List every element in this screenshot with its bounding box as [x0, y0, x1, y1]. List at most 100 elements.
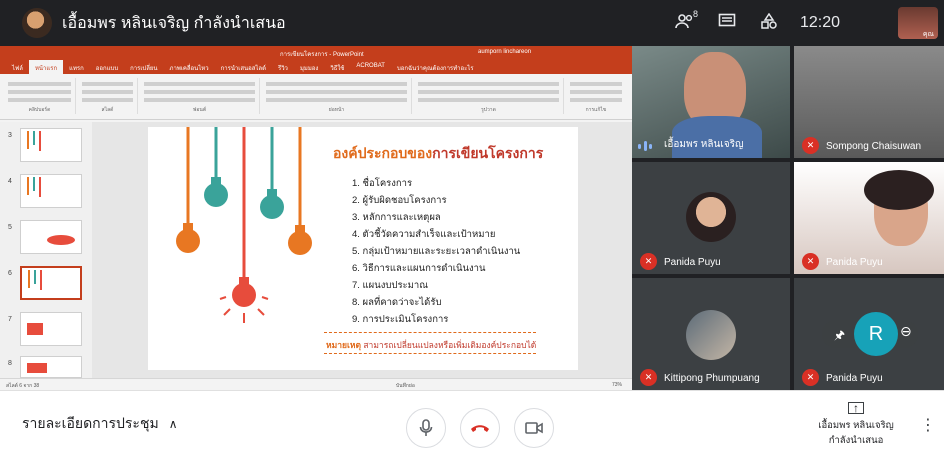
slide-item-list: 1. ชื่อโครงการ 2. ผู้รับผิดชอบโครงการ 3.… — [352, 175, 520, 328]
participants-count: 8 — [692, 8, 698, 19]
slide-title-part1: องค์ประกอบของ — [333, 145, 433, 161]
participant-avatar-letter: R — [854, 312, 898, 356]
microphone-button[interactable] — [406, 408, 446, 448]
participant-tile[interactable]: ✕ Kittipong Phumpuang — [632, 278, 790, 390]
participant-tile[interactable]: ✕ Sompong Chaisuwan — [794, 46, 944, 158]
participant-tile[interactable]: 🖈︎ R ⊖ ✕ Panida Puyu — [794, 278, 944, 390]
ppt-user: aumporn linchareon — [478, 49, 532, 55]
participant-tile[interactable]: ✕ Panida Puyu — [632, 162, 790, 274]
slide-thumb-active[interactable] — [20, 266, 82, 300]
slide-canvas: องค์ประกอบของการเขียนโครงการ 1. ชื่อโครง… — [148, 127, 578, 370]
status-notes[interactable]: บันทึกย่อ — [396, 382, 415, 390]
ppt-tell-me[interactable]: บอกฉันว่าคุณต้องการทำอะไร — [391, 60, 480, 74]
ppt-tab[interactable]: วิธีใช้ — [324, 60, 350, 74]
slide-thumb[interactable] — [20, 356, 82, 378]
participant-grid: เอื้อมพร หลินเจริญ ✕ Sompong Chaisuwan ✕… — [632, 46, 944, 390]
ppt-window-title: การเขียนโครงการ - PowerPoint — [280, 52, 364, 58]
ppt-tab-active[interactable]: หน้าแรก — [28, 60, 64, 74]
thumb-number: 3 — [8, 132, 12, 139]
presenting-name: เอื้อมพร หลินเจริญ — [818, 420, 894, 431]
slide-list-item: 2. ผู้รับผิดชอบโครงการ — [352, 195, 447, 206]
participant-tile[interactable]: ✕ Panida Puyu — [794, 162, 944, 274]
slide-thumbnails: 3 4 5 6 7 8 — [0, 122, 92, 378]
activities-icon[interactable] — [748, 12, 790, 34]
thumb-number: 6 — [8, 270, 12, 277]
participant-name: Panida Puyu — [826, 373, 883, 384]
participant-name: Panida Puyu — [664, 257, 721, 268]
more-options-icon[interactable]: ⋮ — [920, 415, 936, 435]
status-zoom[interactable]: 73% — [612, 382, 622, 388]
slide-thumb[interactable] — [20, 174, 82, 208]
ribbon-group-slides: สไลด์ — [78, 78, 138, 114]
microphone-icon — [419, 419, 433, 436]
presenter-title: เอื้อมพร หลินเจริญ กำลังนำเสนอ — [62, 14, 286, 32]
slide-note-text: สามารถเปลี่ยนแปลงหรือเพิ่มเติมองค์ประกอบ… — [361, 340, 537, 350]
ppt-tab[interactable]: ออกแบบ — [90, 60, 124, 74]
camera-icon — [525, 422, 543, 434]
participant-avatar — [686, 310, 736, 360]
meet-window: เอื้อมพร หลินเจริญ กำลังนำเสนอ 8 12:20 ค… — [0, 0, 944, 450]
slide-list-item: 7. แผนงบประมาณ — [352, 280, 429, 291]
slide-list-item: 6. วิธีการและแผนการดำเนินงาน — [352, 263, 486, 274]
slide-thumb[interactable] — [20, 220, 82, 254]
ribbon-group-font: ฟอนต์ — [140, 78, 260, 114]
ppt-tab[interactable]: ภาพเคลื่อนไหว — [164, 60, 215, 74]
bottom-controls: รายละเอียดการประชุม ∧ ↑ เอื้อมพร หลินเจร… — [0, 390, 944, 450]
speaking-indicator — [638, 140, 652, 152]
slide-title: องค์ประกอบของการเขียนโครงการ — [333, 143, 543, 165]
ppt-tab[interactable]: รีวิว — [272, 60, 294, 74]
thumb-number: 4 — [8, 178, 12, 185]
ppt-tab[interactable]: มุมมอง — [294, 60, 324, 74]
chat-icon[interactable] — [706, 13, 748, 34]
slide-list-item: 5. กลุ่มเป้าหมายและระยะเวลาดำเนินงาน — [352, 246, 521, 257]
ppt-tab[interactable]: การเปลี่ยน — [124, 60, 163, 74]
presentation-status[interactable]: ↑ เอื้อมพร หลินเจริญ กำลังนำเสนอ — [790, 399, 922, 447]
participant-tile[interactable]: เอื้อมพร หลินเจริญ — [632, 46, 790, 158]
presenter-banner: เอื้อมพร หลินเจริญ กำลังนำเสนอ — [0, 0, 600, 46]
ppt-tabs: ไฟล์ หน้าแรก แทรก ออกแบบ การเปลี่ยน ภาพเ… — [0, 60, 632, 74]
presenting-status: กำลังนำเสนอ — [828, 435, 884, 446]
slide-thumb[interactable] — [20, 128, 82, 162]
ppt-tab[interactable]: แทรก — [63, 60, 90, 74]
ppt-statusbar: สไลด์ 6 จาก 38 บันทึกย่อ 73% — [0, 378, 632, 390]
slide-divider — [324, 353, 536, 354]
ppt-tab[interactable]: ACROBAT — [350, 60, 391, 74]
presenter-avatar — [22, 8, 52, 38]
slide-note: หมายเหตุ สามารถเปลี่ยนแปลงหรือเพิ่มเติมอ… — [326, 338, 536, 352]
participant-name: Panida Puyu — [826, 257, 883, 268]
mic-off-icon: ✕ — [802, 369, 819, 386]
ribbon-group-drawing: รูปวาด — [414, 78, 564, 114]
chevron-up-icon: ∧ — [168, 417, 178, 431]
hang-up-icon — [471, 425, 489, 432]
ppt-tab[interactable]: ไฟล์ — [6, 60, 29, 74]
hang-up-button[interactable] — [460, 408, 500, 448]
shared-screen: การเขียนโครงการ - PowerPoint aumporn lin… — [0, 46, 632, 390]
slide-thumb[interactable] — [20, 312, 82, 346]
thumb-number: 5 — [8, 224, 12, 231]
top-bar: เอื้อมพร หลินเจริญ กำลังนำเสนอ 8 12:20 ค… — [0, 0, 944, 46]
ribbon-group-clipboard: คลิปบอร์ด — [4, 78, 76, 114]
mic-off-icon: ✕ — [640, 253, 657, 270]
mic-off-icon: ✕ — [802, 137, 819, 154]
people-icon[interactable]: 8 — [664, 9, 706, 34]
ppt-tab[interactable]: การนำเสนอสไลด์ — [215, 60, 272, 74]
pin-icon[interactable]: 🖈︎ — [834, 326, 845, 347]
slide-list-item: 1. ชื่อโครงการ — [352, 178, 413, 189]
participant-video — [864, 170, 934, 210]
slide-title-part2: การเขียนโครงการ — [432, 145, 544, 161]
participant-avatar — [686, 192, 736, 242]
camera-button[interactable] — [514, 408, 554, 448]
status-slide-count: สไลด์ 6 จาก 38 — [6, 383, 40, 389]
participant-name: Kittipong Phumpuang — [664, 373, 760, 384]
present-screen-icon: ↑ — [848, 402, 864, 414]
ppt-ribbon: คลิปบอร์ด สไลด์ ฟอนต์ ย่อหน้า รูปวาด การ… — [0, 74, 632, 120]
meeting-details-button[interactable]: รายละเอียดการประชุม ∧ — [22, 413, 177, 435]
clock: 12:20 — [800, 14, 841, 31]
lightbulbs-illustration — [176, 127, 312, 323]
thumb-number: 8 — [8, 360, 12, 367]
slide-list-item: 8. ผลที่คาดว่าจะได้รับ — [352, 297, 442, 308]
minus-circle-icon[interactable]: ⊖ — [900, 323, 912, 340]
mic-off-icon: ✕ — [640, 369, 657, 386]
participant-name: Sompong Chaisuwan — [826, 141, 922, 152]
meeting-details-label: รายละเอียดการประชุม — [22, 415, 159, 431]
